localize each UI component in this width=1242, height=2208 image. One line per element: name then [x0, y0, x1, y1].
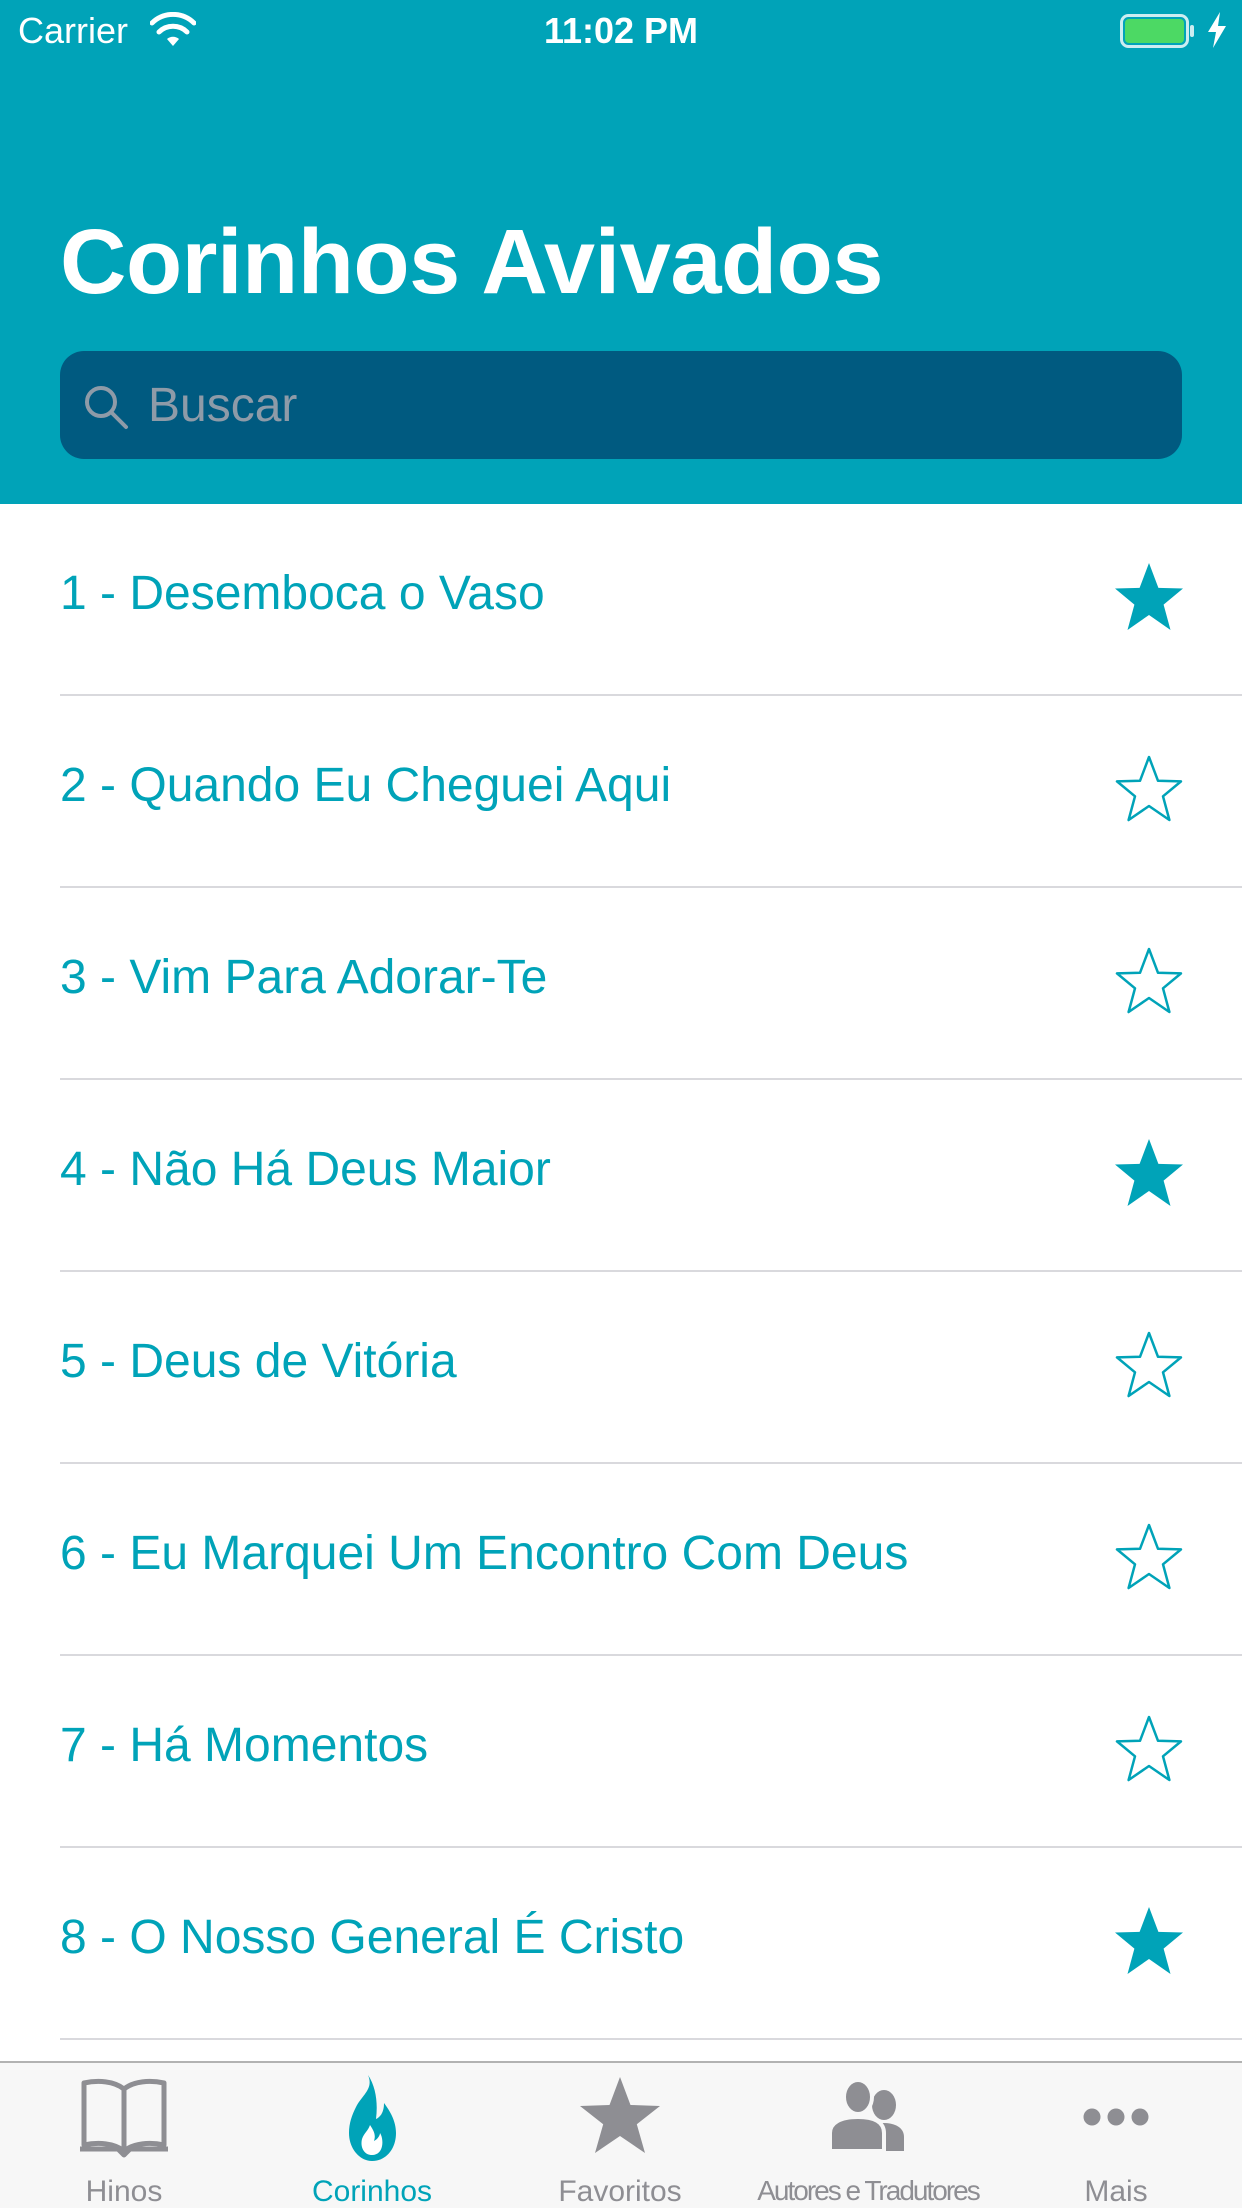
status-bar: Carrier 11:02 PM	[0, 0, 1242, 62]
charging-icon	[1208, 12, 1226, 48]
tab-label: Favoritos	[558, 2175, 682, 2208]
list-item[interactable]: 7 - Há Momentos	[0, 1656, 1242, 1848]
list-item[interactable]: 1 - Desemboca o Vaso	[0, 504, 1242, 696]
favorite-star-outline-icon[interactable]	[1112, 752, 1186, 826]
tab-hinos[interactable]: Hinos	[0, 2063, 248, 2208]
list-item-label: 5 - Deus de Vitória	[60, 1335, 457, 1388]
list-item-label: 6 - Eu Marquei Um Encontro Com Deus	[60, 1527, 909, 1580]
list-item[interactable]: 5 - Deus de Vitória	[0, 1272, 1242, 1464]
book-icon	[80, 2078, 168, 2158]
favorite-star-outline-icon[interactable]	[1112, 1520, 1186, 1594]
tab-bar: Hinos Corinhos Favoritos Autores e Tradu…	[0, 2061, 1242, 2208]
list-item-label: 1 - Desemboca o Vaso	[60, 567, 545, 620]
favorite-star-filled-icon[interactable]	[1112, 1136, 1186, 1210]
list-item-label: 8 - O Nosso General É Cristo	[60, 1911, 685, 1964]
list-item[interactable]: 8 - O Nosso General É Cristo	[0, 1848, 1242, 2040]
tab-label: Autores e Tradutores	[757, 2175, 980, 2206]
tab-favoritos[interactable]: Favoritos	[496, 2063, 744, 2208]
list-item[interactable]: 3 - Vim Para Adorar-Te	[0, 888, 1242, 1080]
favorite-star-outline-icon[interactable]	[1112, 1712, 1186, 1786]
search-icon	[85, 386, 128, 429]
list-item[interactable]: 6 - Eu Marquei Um Encontro Com Deus	[0, 1464, 1242, 1656]
star-icon	[580, 2077, 660, 2153]
tab-label: Corinhos	[311, 2175, 433, 2208]
page-title: Corinhos Avivados	[60, 211, 884, 313]
battery-icon	[1120, 14, 1194, 48]
search-input[interactable]	[148, 351, 1148, 459]
favorite-star-filled-icon[interactable]	[1112, 560, 1186, 634]
more-icon	[1083, 2108, 1149, 2126]
list-item-label: 7 - Há Momentos	[60, 1719, 429, 1772]
list-item-label: 3 - Vim Para Adorar-Te	[60, 951, 548, 1004]
separator	[60, 2038, 1242, 2040]
list-item[interactable]: 4 - Não Há Deus Maior	[0, 1080, 1242, 1272]
tab-mais[interactable]: Mais	[992, 2063, 1240, 2208]
search-bar[interactable]	[60, 351, 1182, 459]
clock: 11:02 PM	[543, 10, 699, 51]
flame-icon	[349, 2075, 396, 2161]
list-item-label: 2 - Quando Eu Cheguei Aqui	[60, 759, 672, 812]
tab-label: Mais	[1084, 2175, 1148, 2208]
tab-corinhos[interactable]: Corinhos	[248, 2063, 496, 2208]
list-item-label: 4 - Não Há Deus Maior	[60, 1143, 551, 1196]
tab-autores-tradutores[interactable]: Autores e Tradutores	[744, 2063, 992, 2208]
header: Carrier 11:02 PM Corinhos Avivados	[0, 0, 1242, 504]
tab-label: Hinos	[85, 2175, 163, 2208]
list-item[interactable]: 2 - Quando Eu Cheguei Aqui	[0, 696, 1242, 888]
favorite-star-outline-icon[interactable]	[1112, 944, 1186, 1018]
people-icon	[828, 2078, 904, 2153]
hymn-list: 1 - Desemboca o Vaso 2 - Quando Eu Chegu…	[0, 504, 1242, 2040]
favorite-star-outline-icon[interactable]	[1112, 1328, 1186, 1402]
favorite-star-filled-icon[interactable]	[1112, 1904, 1186, 1978]
